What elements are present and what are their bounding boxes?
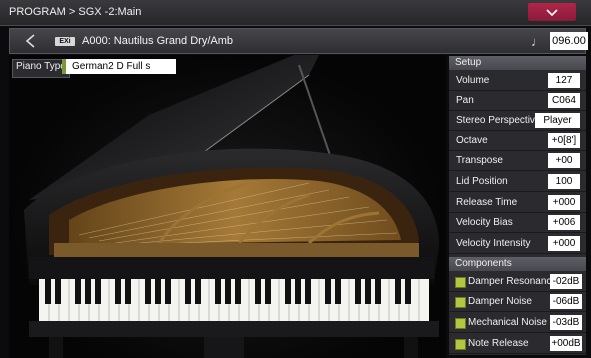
program-bar: EXi A000: Nautilus Grand Dry/Amb ♩ 096.0… [9, 28, 588, 54]
tempo-field[interactable]: 096.00 [550, 32, 588, 50]
setup-row-release-time: Release Time +000 [449, 193, 586, 213]
octave-value[interactable]: +0[8'] [548, 133, 580, 148]
setup-row-volume: Volume 127 [449, 71, 586, 91]
velocity-bias-value[interactable]: +006 [548, 215, 580, 230]
damper-resonance-checkbox[interactable] [455, 277, 466, 288]
volume-value[interactable]: 127 [548, 73, 580, 88]
setup-row-pan: Pan C064 [449, 91, 586, 111]
setup-row-label: Octave [456, 135, 488, 146]
setup-row-label: Pan [456, 95, 474, 106]
setup-row-velocity-intensity: Velocity Intensity +000 [449, 234, 586, 254]
setup-row-label: Volume [456, 75, 490, 86]
component-row-mechanical-noise: Mechanical Noise -03dB [449, 313, 586, 333]
release-time-value[interactable]: +000 [548, 195, 580, 210]
setup-row-stereo-perspective: Stereo Perspective Player [449, 111, 586, 131]
back-arrow-icon[interactable] [24, 34, 38, 48]
note-release-checkbox[interactable] [455, 339, 466, 350]
damper-noise-checkbox[interactable] [455, 297, 466, 308]
mechanical-noise-value[interactable]: -03dB [550, 315, 582, 330]
page-title: PROGRAM > SGX -2:Main [9, 6, 142, 18]
setup-row-label: Velocity Bias [456, 217, 513, 228]
setup-row-transpose: Transpose +00 [449, 151, 586, 171]
setup-row-label: Velocity Intensity [456, 238, 531, 249]
setup-row-velocity-bias: Velocity Bias +006 [449, 213, 586, 233]
grand-piano-graphic [24, 55, 439, 358]
piano-type-select[interactable]: German2 D Full s [62, 59, 176, 74]
exi-badge: EXi [55, 37, 75, 46]
chevron-down-icon [546, 9, 558, 17]
note-release-value[interactable]: +00dB [550, 336, 582, 351]
mechanical-noise-checkbox[interactable] [455, 318, 466, 329]
setup-row-octave: Octave +0[8'] [449, 131, 586, 151]
transpose-value[interactable]: +00 [548, 153, 580, 168]
component-row-note-release: Note Release +00dB [449, 334, 586, 354]
damper-resonance-value[interactable]: -02dB [550, 274, 582, 289]
component-row-label: Note Release [468, 338, 529, 349]
setup-heading: Setup [449, 56, 586, 70]
component-row-label: Damper Resonance [468, 276, 557, 287]
velocity-intensity-value[interactable]: +000 [548, 236, 580, 251]
component-row-label: Damper Noise [468, 296, 532, 307]
setup-row-label: Lid Position [456, 176, 508, 187]
setup-row-lid-position: Lid Position 100 [449, 172, 586, 192]
component-row-damper-noise: Damper Noise -06dB [449, 292, 586, 312]
quarter-note-icon: ♩ [531, 34, 544, 49]
component-row-label: Mechanical Noise [468, 317, 547, 328]
title-bar: PROGRAM > SGX -2:Main [0, 0, 591, 26]
pan-value[interactable]: C064 [548, 93, 580, 108]
grand-piano-image [9, 55, 446, 358]
components-heading: Components [449, 257, 586, 271]
lid-position-value[interactable]: 100 [548, 174, 580, 189]
screen: PROGRAM > SGX -2:Main EXi A000: Nautilus… [0, 0, 591, 358]
stereo-perspective-value[interactable]: Player [535, 113, 580, 128]
damper-noise-value[interactable]: -06dB [550, 294, 582, 309]
page-menu-button[interactable] [528, 3, 576, 21]
setup-row-label: Release Time [456, 197, 518, 208]
setup-row-label: Stereo Perspective [456, 115, 541, 126]
program-name[interactable]: A000: Nautilus Grand Dry/Amb [82, 35, 233, 47]
setup-row-label: Transpose [456, 155, 503, 166]
component-row-damper-resonance: Damper Resonance -02dB [449, 272, 586, 292]
